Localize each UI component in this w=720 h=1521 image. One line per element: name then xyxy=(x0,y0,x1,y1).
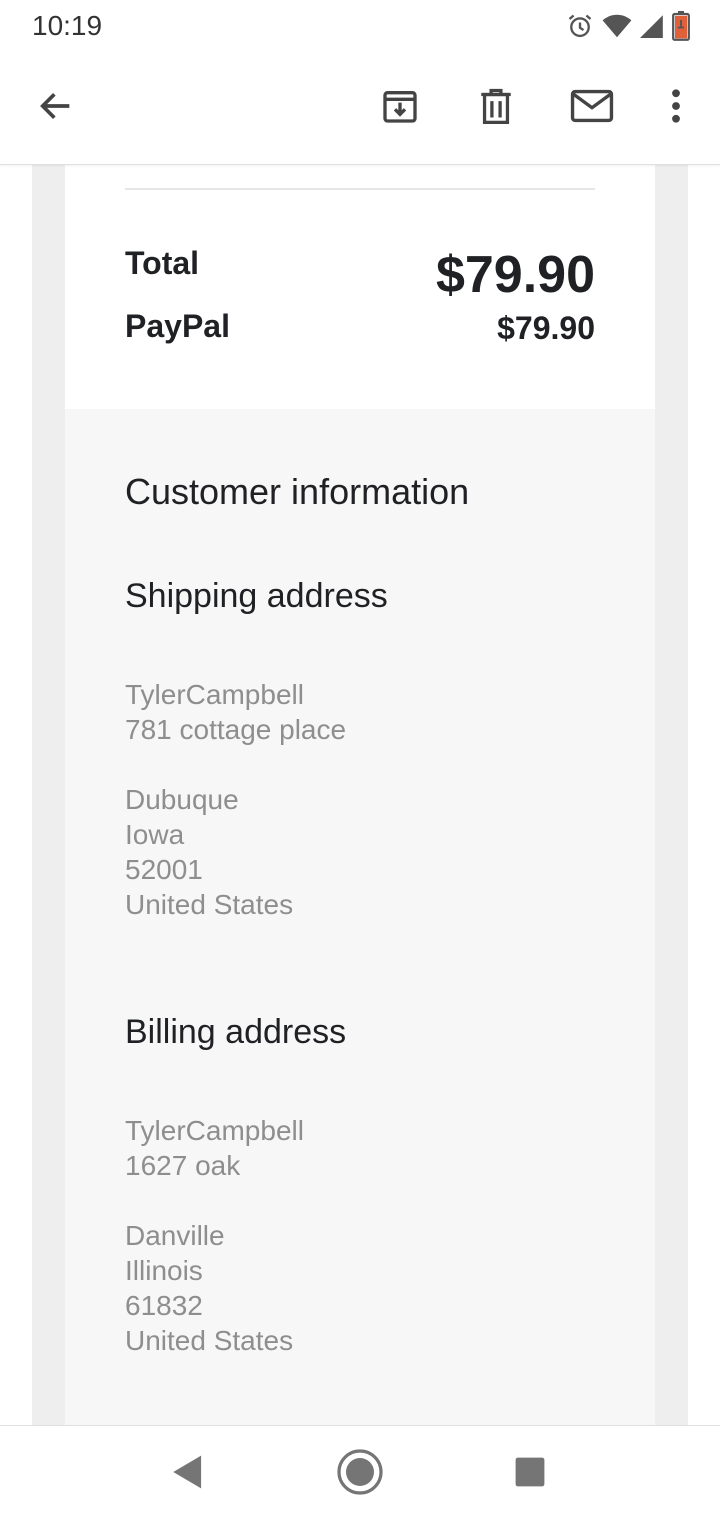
alarm-icon xyxy=(566,12,594,40)
back-button[interactable] xyxy=(24,76,88,140)
nav-back-button[interactable] xyxy=(158,1446,218,1502)
back-arrow-icon xyxy=(36,86,76,131)
nav-recents-button[interactable] xyxy=(500,1446,560,1502)
mail-icon xyxy=(570,88,614,129)
nav-back-icon xyxy=(171,1454,205,1495)
delete-button[interactable] xyxy=(464,76,528,140)
billing-country: United States xyxy=(125,1325,294,1356)
status-icons xyxy=(566,10,690,42)
shipping-street: 781 cottage place xyxy=(125,714,347,745)
billing-zip: 61832 xyxy=(125,1290,203,1321)
navigation-bar xyxy=(0,1425,720,1521)
archive-icon xyxy=(380,86,420,131)
shipping-city: Dubuque xyxy=(125,784,239,815)
payment-amount: $79.90 xyxy=(497,310,595,346)
battery-icon xyxy=(672,11,690,41)
more-options-button[interactable] xyxy=(648,76,704,140)
order-summary-card: Total $79.90 PayPal $79.90 xyxy=(65,165,655,409)
billing-name: TylerCampbell xyxy=(125,1115,304,1146)
customer-information-heading: Customer information xyxy=(125,471,470,512)
billing-address-heading: Billing address xyxy=(125,1013,347,1051)
shipping-name: TylerCampbell xyxy=(125,679,304,710)
nav-recents-icon xyxy=(514,1456,546,1493)
email-frame: Total $79.90 PayPal $79.90 Customer info… xyxy=(32,165,688,1425)
customer-information-card: Customer information Shipping address Ty… xyxy=(65,409,655,1425)
billing-street: 1627 oak xyxy=(125,1150,241,1181)
billing-state: Illinois xyxy=(125,1255,203,1286)
signal-icon xyxy=(640,13,664,39)
shipping-zip: 52001 xyxy=(125,854,203,885)
shipping-state: Iowa xyxy=(125,819,185,850)
total-value: $79.90 xyxy=(435,246,595,304)
shipping-country: United States xyxy=(125,889,294,920)
app-bar xyxy=(0,52,720,165)
status-time: 10:19 xyxy=(32,10,103,41)
mark-unread-button[interactable] xyxy=(560,76,624,140)
payment-method-label: PayPal xyxy=(125,308,230,344)
total-label: Total xyxy=(125,245,200,281)
nav-home-icon xyxy=(336,1448,384,1501)
nav-home-button[interactable] xyxy=(330,1446,390,1502)
wifi-icon xyxy=(602,13,632,39)
billing-city: Danville xyxy=(125,1220,225,1251)
more-vert-icon xyxy=(670,88,682,129)
email-body[interactable]: Total $79.90 PayPal $79.90 Customer info… xyxy=(0,165,720,1425)
shipping-address-heading: Shipping address xyxy=(125,577,388,615)
divider xyxy=(125,188,595,190)
status-bar: 10:19 xyxy=(0,0,720,52)
delete-icon xyxy=(478,86,514,131)
archive-button[interactable] xyxy=(368,76,432,140)
